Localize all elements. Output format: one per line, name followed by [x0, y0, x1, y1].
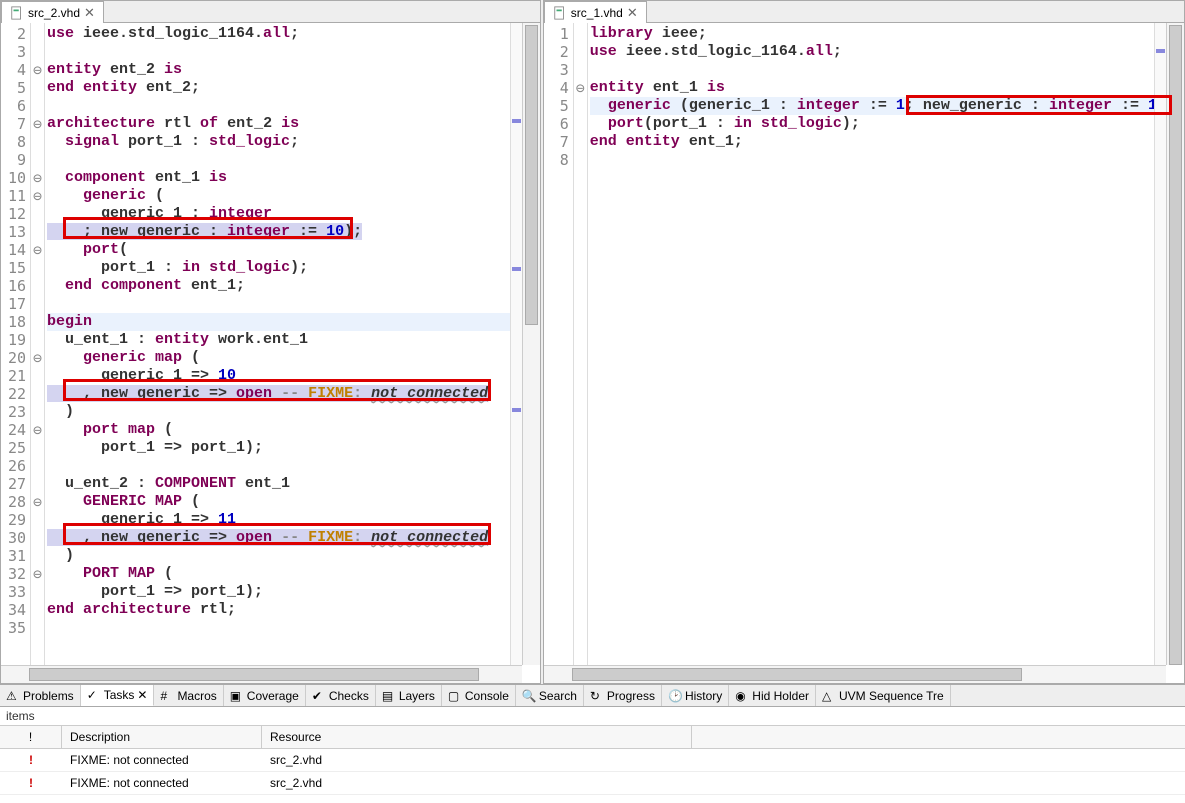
bottom-tab-label: History	[685, 689, 722, 703]
tab-bar: src_2.vhd ✕	[1, 1, 540, 23]
code-area[interactable]: library ieee;use ieee.std_logic_1164.all…	[588, 23, 1184, 683]
bottom-tab-history[interactable]: 🕑History	[662, 685, 729, 706]
highlight-box	[63, 523, 491, 545]
bottom-tab-coverage[interactable]: ▣Coverage	[224, 685, 306, 706]
bottom-tab-hid-holder[interactable]: ◉Hid Holder	[729, 685, 816, 706]
tab-label: src_1.vhd	[571, 6, 623, 20]
vertical-scrollbar[interactable]	[1166, 23, 1184, 665]
scrollbar-thumb[interactable]	[1169, 25, 1182, 665]
bottom-tab-bar: ⚠Problems✓Tasks ✕#Macros▣Coverage✔Checks…	[0, 685, 1185, 707]
tab-bar: src_1.vhd ✕	[544, 1, 1184, 23]
tab-icon: ◉	[735, 689, 749, 703]
tab-icon: 🕑	[668, 689, 682, 703]
bottom-tab-problems[interactable]: ⚠Problems	[0, 685, 81, 706]
table-row[interactable]: !FIXME: not connectedsrc_2.vhd	[0, 772, 1185, 795]
table-body: !FIXME: not connectedsrc_2.vhd!FIXME: no…	[0, 749, 1185, 795]
bottom-tab-console[interactable]: ▢Console	[442, 685, 516, 706]
bottom-tab-uvm-sequence-tre[interactable]: △UVM Sequence Tre	[816, 685, 951, 706]
bottom-tab-progress[interactable]: ↻Progress	[584, 685, 662, 706]
bottom-tab-label: Coverage	[247, 689, 299, 703]
close-icon[interactable]: ✕	[137, 688, 147, 702]
editor-body[interactable]: 2345678910111213141516171819202122232425…	[1, 23, 540, 683]
bottom-tab-label: Macros	[177, 689, 216, 703]
priority-icon: !	[0, 772, 62, 794]
fold-gutter[interactable]: ⊖	[574, 23, 588, 683]
bottom-tab-layers[interactable]: ▤Layers	[376, 685, 442, 706]
editor-left: src_2.vhd ✕ 2345678910111213141516171819…	[0, 0, 541, 684]
row-resource: src_2.vhd	[262, 749, 692, 771]
col-priority[interactable]: !	[0, 726, 62, 748]
bottom-tab-label: Hid Holder	[752, 689, 809, 703]
scrollbar-thumb[interactable]	[29, 668, 479, 681]
overview-ruler[interactable]	[510, 23, 522, 665]
table-row[interactable]: !FIXME: not connectedsrc_2.vhd	[0, 749, 1185, 772]
row-resource: src_2.vhd	[262, 772, 692, 794]
row-description: FIXME: not connected	[62, 749, 262, 771]
bottom-tab-label: Problems	[23, 689, 74, 703]
priority-icon: !	[0, 749, 62, 771]
highlight-box	[63, 379, 491, 401]
code-area[interactable]: use ieee.std_logic_1164.all;entity ent_2…	[45, 23, 540, 683]
bottom-tab-label: Progress	[607, 689, 655, 703]
scrollbar-thumb[interactable]	[525, 25, 538, 325]
tab-icon: ⚠	[6, 689, 20, 703]
close-icon[interactable]: ✕	[84, 5, 95, 21]
bottom-tab-label: Tasks	[104, 688, 135, 702]
line-gutter: 12345678	[544, 23, 574, 683]
tab-icon: △	[822, 689, 836, 703]
bottom-tab-label: Checks	[329, 689, 369, 703]
close-icon[interactable]: ✕	[627, 5, 638, 21]
editor-right: src_1.vhd ✕ 12345678 ⊖ library ieee;use …	[543, 0, 1185, 684]
vertical-scrollbar[interactable]	[522, 23, 540, 665]
vhdl-file-icon	[553, 6, 567, 20]
bottom-tab-checks[interactable]: ✔Checks	[306, 685, 376, 706]
tab-src2[interactable]: src_2.vhd ✕	[1, 1, 104, 23]
bottom-tab-label: Search	[539, 689, 577, 703]
panel-title: items	[0, 707, 1185, 725]
table-header: ! Description Resource	[0, 725, 1185, 749]
bottom-tab-search[interactable]: 🔍Search	[516, 685, 584, 706]
tab-icon: ▤	[382, 689, 396, 703]
tab-icon: ✔	[312, 689, 326, 703]
overview-ruler[interactable]	[1154, 23, 1166, 665]
tab-icon: ✓	[87, 688, 101, 702]
bottom-tab-macros[interactable]: #Macros	[154, 685, 223, 706]
bottom-tab-tasks[interactable]: ✓Tasks ✕	[81, 685, 155, 706]
col-description[interactable]: Description	[62, 726, 262, 748]
horizontal-scrollbar[interactable]	[544, 665, 1166, 683]
fold-gutter[interactable]: ⊖⊖⊖⊖⊖⊖⊖⊖⊖	[31, 23, 45, 683]
col-resource[interactable]: Resource	[262, 726, 692, 748]
row-description: FIXME: not connected	[62, 772, 262, 794]
tab-icon: #	[160, 689, 174, 703]
tab-icon: ▣	[230, 689, 244, 703]
tab-icon: ↻	[590, 689, 604, 703]
highlight-box	[63, 217, 353, 239]
tab-src1[interactable]: src_1.vhd ✕	[544, 1, 647, 23]
editor-body[interactable]: 12345678 ⊖ library ieee;use ieee.std_log…	[544, 23, 1184, 683]
bottom-panel: ⚠Problems✓Tasks ✕#Macros▣Coverage✔Checks…	[0, 684, 1185, 803]
bottom-tab-label: Console	[465, 689, 509, 703]
bottom-tab-label: Layers	[399, 689, 435, 703]
horizontal-scrollbar[interactable]	[1, 665, 522, 683]
tab-label: src_2.vhd	[28, 6, 80, 20]
tab-icon: ▢	[448, 689, 462, 703]
tab-icon: 🔍	[522, 689, 536, 703]
scrollbar-thumb[interactable]	[572, 668, 1022, 681]
vhdl-file-icon	[10, 6, 24, 20]
bottom-tab-label: UVM Sequence Tre	[839, 689, 944, 703]
highlight-box	[906, 95, 1172, 115]
line-gutter: 2345678910111213141516171819202122232425…	[1, 23, 31, 683]
